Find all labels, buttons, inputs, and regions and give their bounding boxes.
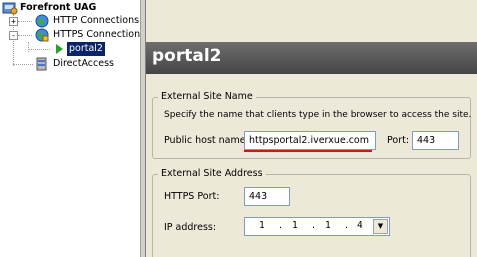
tree-line bbox=[28, 49, 50, 50]
ip-octet-1[interactable]: 1 bbox=[259, 220, 265, 231]
external-site-address-group bbox=[152, 174, 471, 257]
https-port-input[interactable]: 443 bbox=[244, 187, 290, 206]
ip-octet-3[interactable]: 1 bbox=[325, 220, 331, 231]
tree-item-directaccess[interactable]: DirectAccess bbox=[35, 57, 114, 71]
host-description: Specify the name that clients type in th… bbox=[164, 110, 472, 120]
ip-separator: . bbox=[345, 220, 349, 231]
tree-line bbox=[18, 21, 32, 22]
tree-line bbox=[13, 64, 33, 65]
tree-item-forefront-uag[interactable]: Forefront UAG bbox=[2, 1, 96, 15]
page-title: portal2 bbox=[152, 46, 222, 66]
server-icon bbox=[36, 57, 47, 71]
collapse-https-button[interactable]: - bbox=[9, 31, 18, 40]
tree-item-label: DirectAccess bbox=[53, 58, 114, 69]
port-label: Port: bbox=[387, 135, 410, 146]
ip-separator: . bbox=[279, 220, 283, 231]
ip-address-input[interactable]: 1 . 1 . 1 . 4 ▼ bbox=[244, 217, 390, 236]
play-arrow-icon bbox=[56, 44, 63, 54]
ip-separator: . bbox=[312, 220, 316, 231]
tree-item-label: Forefront UAG bbox=[20, 2, 97, 13]
https-port-label: HTTPS Port: bbox=[164, 191, 220, 202]
tree-item-portal2[interactable]: portal2 bbox=[54, 42, 105, 56]
ip-octet-2[interactable]: 1 bbox=[292, 220, 298, 231]
secure-globe-icon bbox=[35, 28, 49, 42]
tree-item-http-connections[interactable]: HTTP Connections bbox=[35, 14, 139, 28]
chevron-down-icon: ▼ bbox=[377, 222, 384, 230]
ip-octet-4[interactable]: 4 bbox=[357, 220, 363, 231]
tree-item-label: HTTPS Connections bbox=[53, 29, 146, 40]
annotation-underline bbox=[244, 150, 372, 152]
ip-dropdown-button[interactable]: ▼ bbox=[373, 219, 388, 234]
tree-item-label: portal2 bbox=[67, 42, 105, 56]
page-header: portal2 bbox=[146, 42, 477, 74]
tree-line bbox=[28, 42, 29, 52]
navigation-tree: Forefront UAG + HTTP Connections - HTTPS… bbox=[0, 0, 145, 257]
uag-icon bbox=[2, 2, 18, 15]
tree-item-https-connections[interactable]: HTTPS Connections bbox=[35, 28, 145, 42]
external-site-address-legend: External Site Address bbox=[158, 168, 266, 179]
tree-item-label: HTTP Connections bbox=[53, 15, 140, 26]
properties-panel: portal2 External Site Name Specify the n… bbox=[146, 0, 477, 257]
public-host-name-input[interactable]: httpsportal2.iverxue.com bbox=[244, 131, 376, 150]
external-site-name-legend: External Site Name bbox=[158, 91, 256, 102]
globe-icon bbox=[35, 14, 49, 28]
expand-http-button[interactable]: + bbox=[9, 17, 18, 26]
tree-line bbox=[18, 35, 32, 36]
ip-address-label: IP address: bbox=[164, 222, 217, 233]
public-host-name-label: Public host name: bbox=[164, 135, 249, 146]
port-input[interactable]: 443 bbox=[412, 131, 459, 150]
